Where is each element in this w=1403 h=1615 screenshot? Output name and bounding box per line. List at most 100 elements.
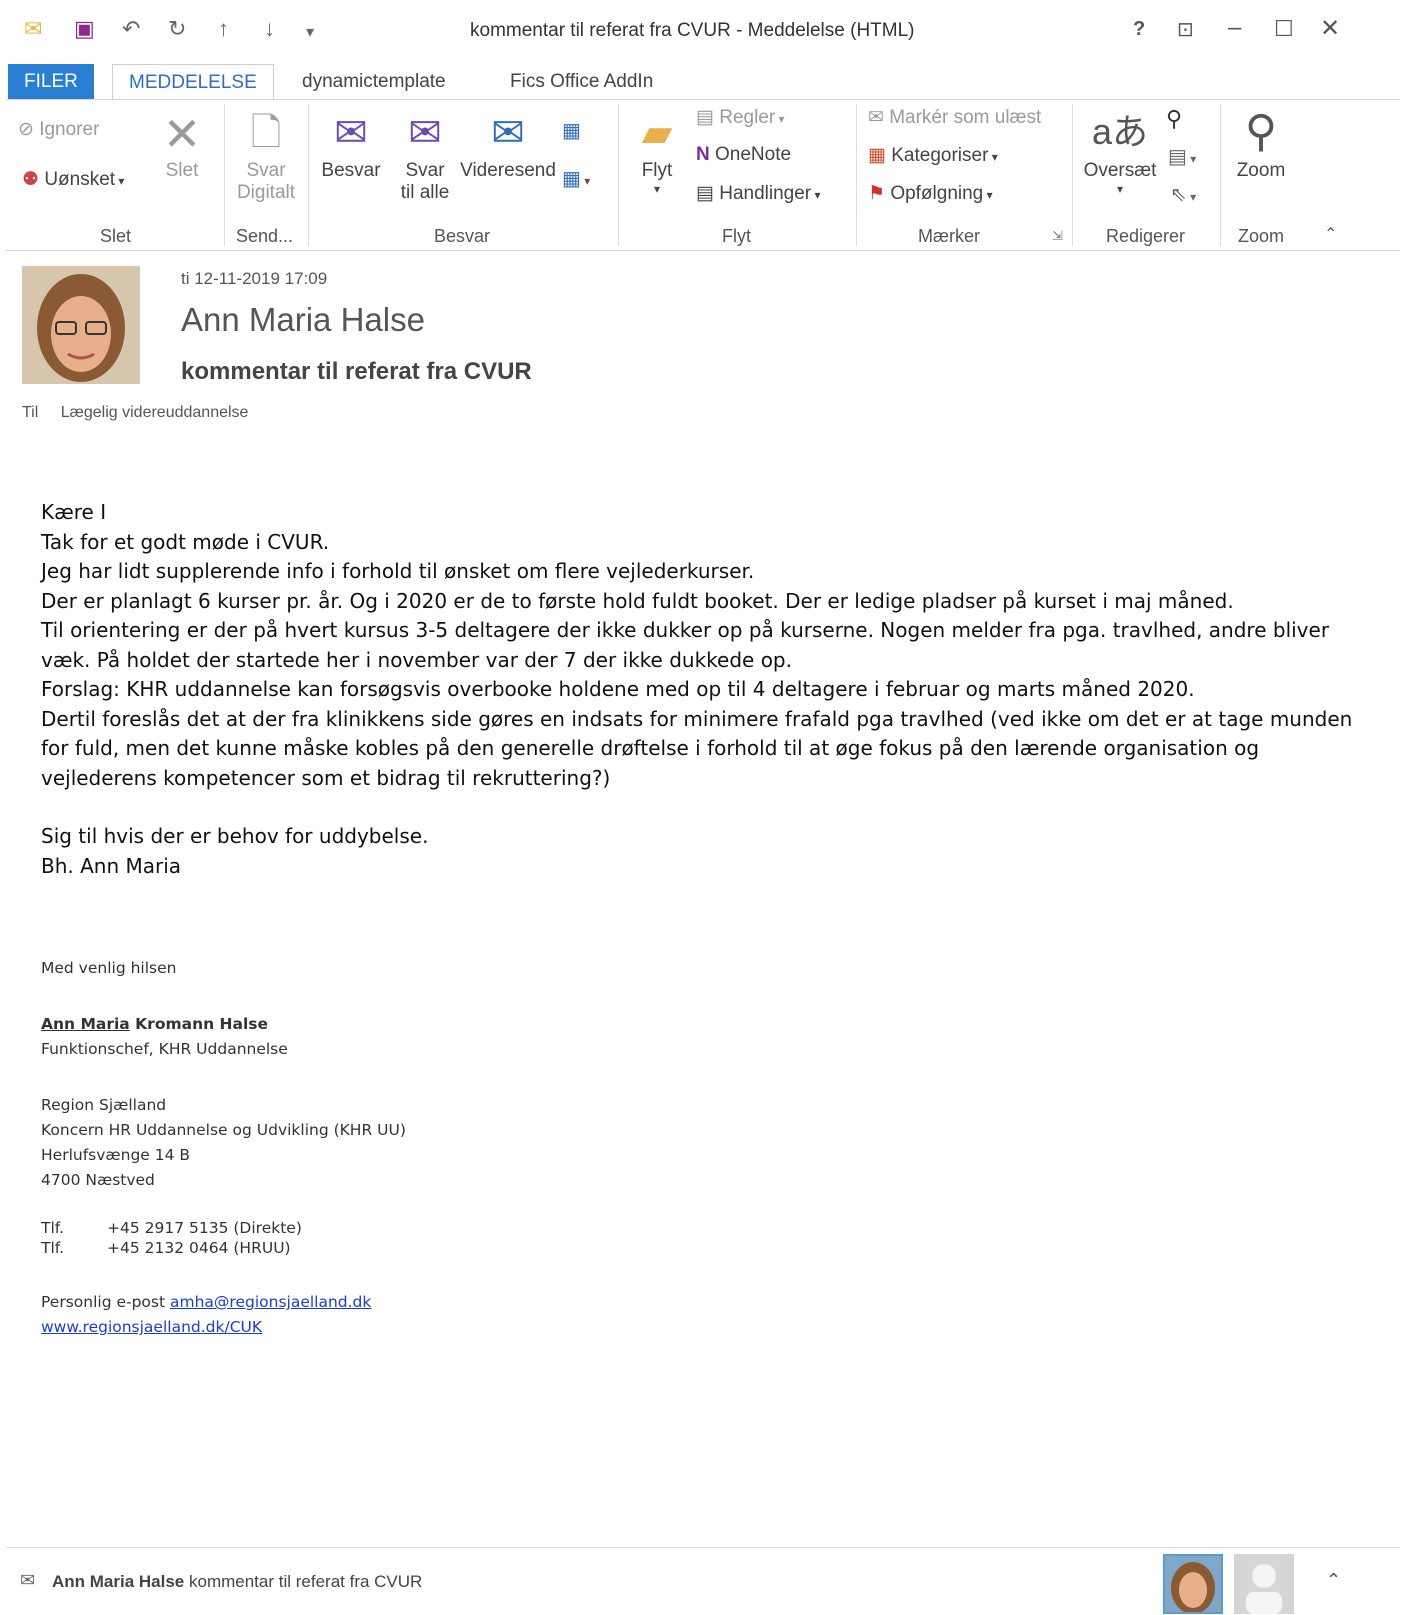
- select-cursor-icon[interactable]: ⇖ ▾: [1170, 182, 1196, 207]
- envelope-icon: ✉: [20, 1570, 36, 1590]
- flag-icon: ⚑: [868, 183, 891, 204]
- sig-name-rest: Kromann Halse: [129, 1015, 269, 1033]
- people-pane-sender[interactable]: Ann Maria Halse: [52, 1572, 184, 1591]
- more-respond-icon[interactable]: ▦ ▾: [562, 166, 590, 191]
- group-separator: [1072, 104, 1073, 246]
- sig-email-label: Personlig e-post: [41, 1293, 170, 1311]
- group-label-send: Send...: [236, 226, 294, 246]
- avatar-photo: [22, 266, 140, 384]
- reply-icon: ✉: [334, 111, 368, 155]
- body-line: Der er planlagt 6 kurser pr. år. Og i 20…: [41, 588, 1234, 613]
- people-pane-summary: Ann Maria Halse kommentar til referat fr…: [52, 1572, 422, 1592]
- onenote-icon: N: [696, 144, 715, 165]
- besvar-button[interactable]: ✉ Besvar: [316, 106, 386, 182]
- junk-icon: ⚉: [22, 169, 45, 190]
- maximize-icon[interactable]: ☐: [1274, 16, 1294, 42]
- message-subject: kommentar til referat fra CVUR: [181, 358, 532, 385]
- ignorer-button[interactable]: ⊘ Ignorer: [18, 118, 99, 141]
- tab-fics-office-addin[interactable]: Fics Office AddIn: [494, 64, 669, 100]
- sig-dept: Koncern HR Uddannelse og Udvikling (KHR …: [41, 1121, 406, 1139]
- group-separator: [618, 104, 619, 246]
- videresend-button[interactable]: ✉ Videresend: [456, 106, 560, 182]
- undo-icon[interactable]: ↶: [122, 16, 140, 42]
- message-body: Kære I Tak for et godt møde i CVUR. Jeg …: [41, 498, 1361, 881]
- flyt-button[interactable]: ▰ Flyt ▾: [626, 106, 688, 196]
- sig-name: Ann Maria Kromann Halse: [41, 1012, 406, 1037]
- expand-people-pane-icon[interactable]: ⌃: [1326, 1570, 1341, 1591]
- tab-meddelelse[interactable]: MEDDELELSE: [112, 64, 274, 103]
- dropdown-arrow-icon: ▾: [1116, 182, 1124, 196]
- opfolgning-button[interactable]: ⚑ Opfølgning ▾: [868, 182, 993, 205]
- move-folder-icon: ▰: [641, 111, 673, 155]
- avatar-photo: [1165, 1556, 1221, 1612]
- oversaet-button[interactable]: aあ Oversæt ▾: [1078, 104, 1162, 196]
- svar-digitalt-button[interactable]: 🗋 Svar Digitalt: [230, 106, 302, 204]
- find-icon[interactable]: ⚲: [1166, 106, 1182, 132]
- people-pane: ✉ Ann Maria Halse kommentar til referat …: [6, 1547, 1400, 1615]
- people-avatar-placeholder[interactable]: [1234, 1554, 1294, 1614]
- zoom-button[interactable]: ⚲ Zoom: [1228, 104, 1294, 182]
- dropdown-arrow-icon: ▾: [811, 188, 821, 202]
- slet-button[interactable]: ✕ Slet: [154, 108, 210, 182]
- down-arrow-icon[interactable]: ↓: [264, 16, 275, 42]
- ribbon-display-icon[interactable]: ⊡: [1177, 17, 1194, 42]
- handlinger-button[interactable]: ▤ Handlinger ▾: [696, 182, 821, 205]
- marker-ulaest-button[interactable]: ✉ Markér som ulæst: [868, 106, 1041, 129]
- people-avatar-sender[interactable]: [1163, 1554, 1223, 1614]
- tab-dynamictemplate[interactable]: dynamictemplate: [286, 64, 462, 100]
- meeting-reply-icon[interactable]: ▦: [562, 118, 581, 143]
- save-icon[interactable]: ▣: [74, 16, 95, 42]
- help-icon[interactable]: ?: [1133, 18, 1145, 41]
- onenote-button[interactable]: N OneNote: [696, 144, 791, 166]
- sig-email-link[interactable]: amha@regionsjaelland.dk: [170, 1293, 371, 1311]
- magnifier-icon: ⚲: [1244, 107, 1278, 156]
- ribbon: ⊘ Ignorer ⚉ Uønsket ▾ ✕ Slet Slet 🗋 Svar…: [6, 99, 1400, 251]
- body-line: Sig til hvis der er behov for uddybelse.: [41, 824, 429, 848]
- sig-city: 4700 Næstved: [41, 1171, 155, 1189]
- tab-filer[interactable]: FILER: [8, 64, 94, 100]
- customize-qat-icon[interactable]: ▾: [306, 22, 314, 42]
- dialog-launcher-icon[interactable]: ⇲: [1052, 228, 1063, 244]
- title-bar: ✉ ▣ ↶ ↻ ↑ ↓ ▾ kommentar til referat fra …: [0, 0, 1403, 60]
- people-pane-subject: kommentar til referat fra CVUR: [184, 1572, 423, 1591]
- group-label-zoom: Zoom: [1238, 226, 1285, 246]
- envelope-icon[interactable]: ✉: [24, 16, 42, 42]
- ignore-icon: ⊘: [18, 119, 40, 140]
- body-line: Dertil foreslås det at der fra klinikken…: [41, 706, 1353, 790]
- dropdown-arrow-icon: ▾: [775, 112, 785, 126]
- group-separator: [224, 104, 225, 246]
- actions-icon: ▤: [696, 183, 720, 204]
- recipient-row: Til Lægelig videreuddannelse: [22, 404, 248, 422]
- group-label-maerker: Mærker: [918, 226, 980, 246]
- sig-phone1: +45 2917 5135 (Direkte): [107, 1219, 302, 1237]
- body-line: Kære I: [41, 500, 107, 524]
- group-label-slet: Slet: [100, 226, 132, 246]
- related-icon[interactable]: ▤ ▾: [1168, 144, 1196, 169]
- regler-button[interactable]: ▤ Regler ▾: [696, 106, 785, 129]
- sig-web-link[interactable]: www.regionsjaelland.dk/CUK: [41, 1318, 262, 1336]
- svar-til-alle-button[interactable]: ✉ Svar til alle: [390, 106, 460, 204]
- collapse-ribbon-icon[interactable]: ⌃: [1324, 224, 1337, 244]
- body-line: Til orientering er der på hvert kursus 3…: [41, 618, 1330, 672]
- sig-tlf-label: Tlf.: [41, 1219, 65, 1237]
- to-recipient[interactable]: Lægelig videreuddannelse: [61, 404, 249, 421]
- sender-avatar: [22, 266, 140, 384]
- close-icon[interactable]: ✕: [1320, 14, 1340, 43]
- minimize-icon[interactable]: –: [1228, 14, 1241, 42]
- sent-datetime: ti 12-11-2019 17:09: [181, 269, 328, 288]
- sig-phone-row: Tlf. +45 2132 0464 (HRUU): [41, 1238, 406, 1258]
- sender-name[interactable]: Ann Maria Halse: [181, 301, 425, 339]
- body-line: Jeg har lidt supplerende info i forhold …: [41, 559, 755, 583]
- sig-phone-row: Tlf. +45 2917 5135 (Direkte): [41, 1218, 406, 1238]
- kategoriser-button[interactable]: ▦ Kategoriser ▾: [868, 144, 998, 167]
- uonsket-button[interactable]: ⚉ Uønsket ▾: [22, 168, 124, 191]
- mark-unread-icon: ✉: [868, 107, 890, 128]
- redo-icon[interactable]: ↻: [168, 16, 186, 42]
- sig-greeting: Med venlig hilsen: [41, 959, 177, 977]
- dropdown-arrow-icon: ▾: [983, 188, 993, 202]
- sig-email-row: Personlig e-post amha@regionsjaelland.dk: [41, 1290, 406, 1315]
- reply-all-icon: ✉: [408, 111, 442, 155]
- up-arrow-icon[interactable]: ↑: [218, 16, 229, 42]
- sig-street: Herlufsvænge 14 B: [41, 1146, 191, 1164]
- dropdown-arrow-icon: ▾: [115, 174, 125, 188]
